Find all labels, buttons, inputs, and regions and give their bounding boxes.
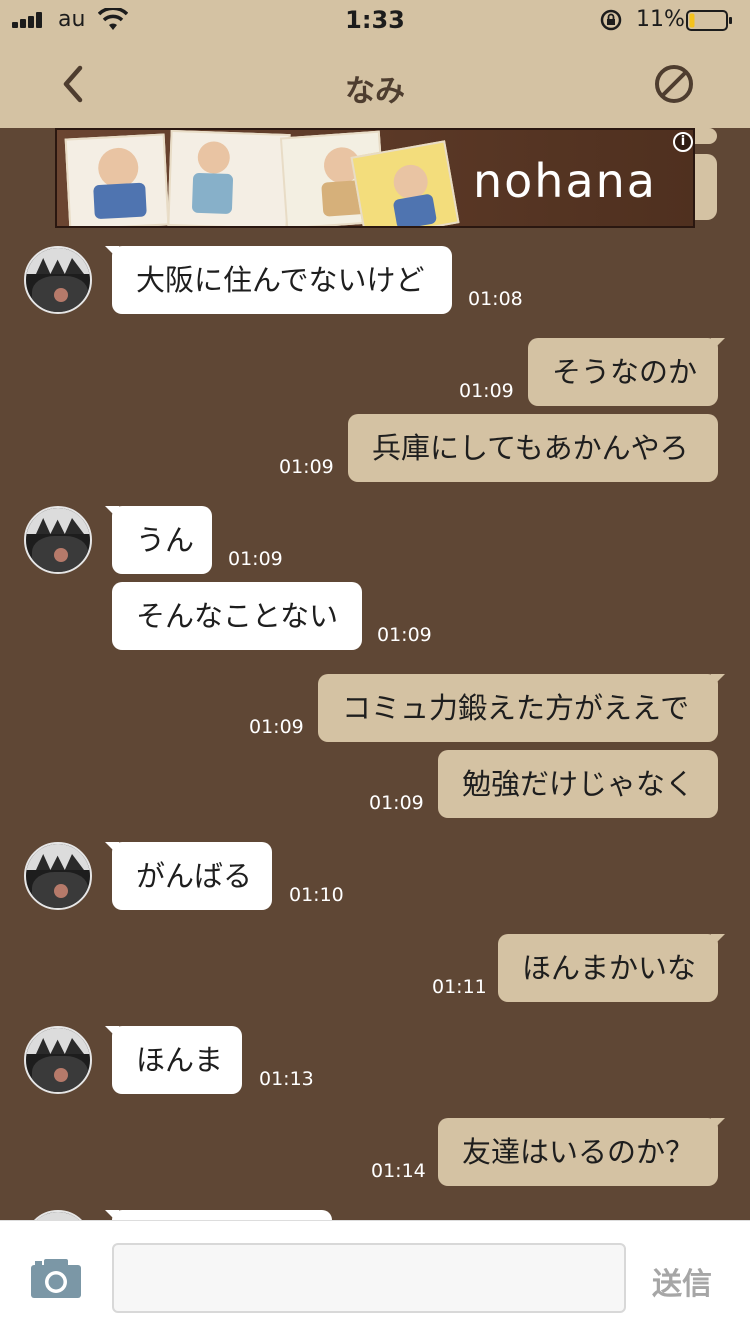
outgoing-message-bubble[interactable]: 友達はいるのか？ [438, 1118, 718, 1186]
message-timestamp: 01:09 [377, 624, 432, 646]
ad-photo [167, 130, 291, 226]
message-timestamp: 01:09 [279, 456, 334, 478]
camera-icon[interactable] [30, 1257, 82, 1299]
rotation-lock-icon [600, 9, 622, 31]
avatar[interactable] [24, 1210, 92, 1220]
incoming-message-bubble[interactable]: 大阪に住んでないけど [112, 246, 452, 314]
message-timestamp: 01:13 [259, 1068, 314, 1090]
ad-photo [350, 140, 460, 226]
message-timestamp: 01:09 [228, 548, 283, 570]
outgoing-message-bubble[interactable]: コミュ力鍛えた方がええで [318, 674, 718, 742]
message-timestamp: 01:10 [289, 884, 344, 906]
status-bar: au 1:33 11% [0, 0, 750, 40]
battery-percentage: 11% [636, 7, 685, 32]
avatar[interactable] [24, 506, 92, 574]
message-timestamp: 01:14 [371, 1160, 426, 1182]
nav-bar: なみ [0, 40, 750, 128]
ad-info-icon[interactable]: i [673, 132, 693, 152]
incoming-message-bubble[interactable]: ほんま [112, 1026, 242, 1094]
chat-area[interactable]: nohana i 大阪に住んでないけど 01:08 そうなのか 01:09 兵庫にしても… [0, 128, 750, 1220]
outgoing-message-bubble[interactable]: そうなのか [528, 338, 718, 406]
message-timestamp: 01:09 [249, 716, 304, 738]
incoming-message-bubble[interactable]: そんなことない [112, 582, 362, 650]
ad-banner[interactable]: nohana i [55, 128, 695, 228]
outgoing-message-bubble[interactable]: 兵庫にしてもあかんやろ [348, 414, 718, 482]
message-timestamp: 01:09 [369, 792, 424, 814]
battery-icon [686, 10, 732, 31]
message-timestamp: 01:11 [432, 976, 487, 998]
avatar[interactable] [24, 246, 92, 314]
avatar[interactable] [24, 842, 92, 910]
incoming-message-bubble[interactable]: うん [112, 506, 212, 574]
send-button[interactable]: 送信 [652, 1259, 712, 1303]
outgoing-message-bubble[interactable]: 勉強だけじゃなく [438, 750, 718, 818]
ad-photo [64, 133, 170, 226]
avatar[interactable] [24, 1026, 92, 1094]
incoming-message-bubble[interactable]: がんばる [112, 842, 272, 910]
message-input-bar: 送信 [0, 1220, 750, 1334]
block-icon[interactable] [652, 62, 696, 106]
outgoing-message-bubble[interactable]: ほんまかいな [498, 934, 718, 1002]
message-timestamp: 01:08 [468, 288, 523, 310]
ad-brand-name: nohana [473, 154, 657, 208]
partially-hidden-bubble [695, 154, 717, 220]
message-timestamp: 01:09 [459, 380, 514, 402]
partially-hidden-bubble [112, 1210, 332, 1220]
message-text-field[interactable] [112, 1243, 626, 1313]
partially-hidden-bubble [695, 128, 717, 144]
chat-partner-name: なみ [345, 74, 405, 109]
